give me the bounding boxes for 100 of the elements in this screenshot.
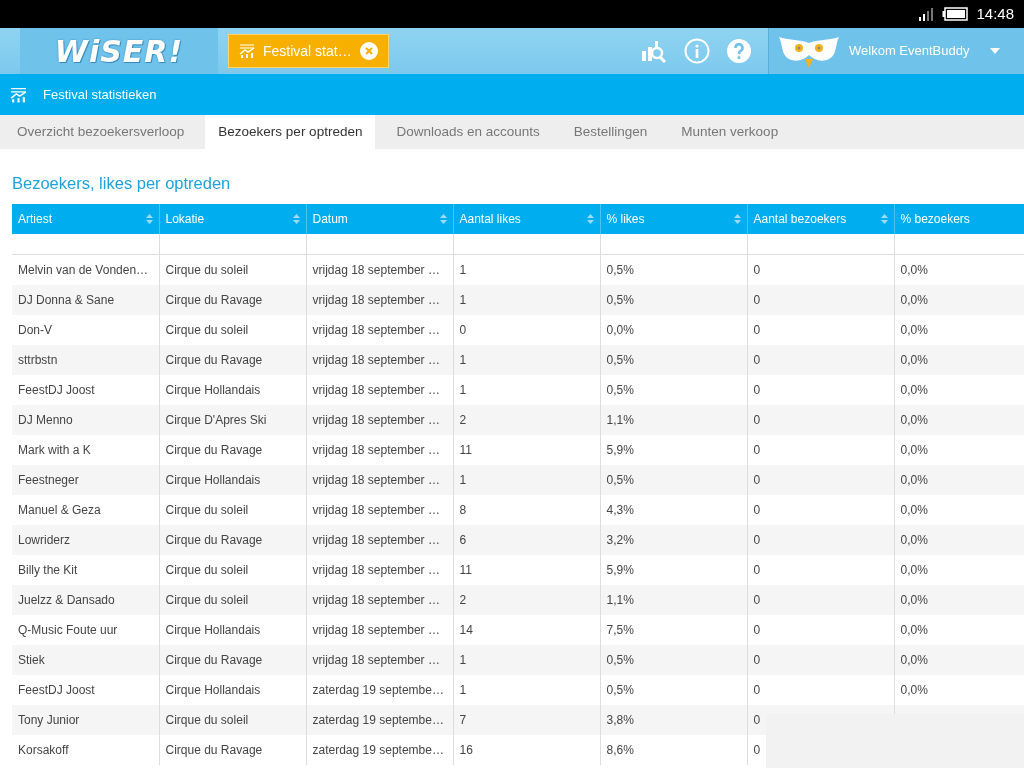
table-cell: Cirque du soleil <box>159 494 306 525</box>
table-cell: 1 <box>453 464 600 495</box>
sort-icon[interactable] <box>733 213 741 224</box>
column-header[interactable]: Artiest <box>18 209 52 228</box>
table-cell: 7 <box>453 704 600 735</box>
table-cell: vrijdag 18 september … <box>306 344 453 375</box>
table-cell: sttrbstn <box>12 344 159 375</box>
tab[interactable]: Bezoekers per optreden <box>205 115 376 149</box>
sort-icon[interactable] <box>586 213 594 224</box>
table-cell: 0 <box>747 644 894 675</box>
table-cell: 3,2% <box>600 524 747 555</box>
table-cell: 0,5% <box>600 254 747 285</box>
table-cell: DJ Menno <box>12 404 159 435</box>
table-cell: vrijdag 18 september … <box>306 284 453 315</box>
chart-search-icon[interactable] <box>640 39 668 63</box>
sort-icon[interactable] <box>292 213 300 224</box>
sort-icon[interactable] <box>880 213 888 224</box>
clock-time: 14:48 <box>976 3 1014 24</box>
table-cell: 0 <box>747 254 894 285</box>
table-cell: Cirque Hollandais <box>159 674 306 705</box>
table-cell: 0 <box>747 614 894 645</box>
column-header[interactable]: Lokatie <box>165 209 205 228</box>
table-cell: 1 <box>453 674 600 705</box>
table-cell: vrijdag 18 september … <box>306 584 453 615</box>
table-cell: 0 <box>747 674 894 705</box>
table-cell: 11 <box>453 434 600 465</box>
table-cell: 0,5% <box>600 644 747 675</box>
table-cell: 0,5% <box>600 374 747 405</box>
table-cell: 2 <box>453 584 600 615</box>
table-cell: 0 <box>747 314 894 345</box>
table-cell: 0 <box>747 524 894 555</box>
table-cell: Cirque du soleil <box>159 704 306 735</box>
table-cell: Lowriderz <box>12 524 159 555</box>
sort-icon[interactable] <box>145 213 153 224</box>
table-cell: 6 <box>453 524 600 555</box>
open-tab[interactable]: Festival stat… <box>228 34 389 68</box>
table-cell: 0,5% <box>600 284 747 315</box>
table-cell: Cirque du soleil <box>159 554 306 585</box>
table-cell: vrijdag 18 september … <box>306 644 453 675</box>
sort-icon[interactable] <box>439 213 447 224</box>
page-title: Festival statistieken <box>43 85 157 104</box>
column-header[interactable]: Datum <box>312 209 348 228</box>
table-cell: Feestneger <box>12 464 159 495</box>
table-cell: 0 <box>747 554 894 585</box>
table-cell: Cirque du soleil <box>159 584 306 615</box>
table-cell: 0,0% <box>894 314 1024 345</box>
table-cell: 0,0% <box>894 254 1024 285</box>
table-cell: vrijdag 18 september … <box>306 524 453 555</box>
table-cell: Q-Music Foute uur <box>12 614 159 645</box>
table-cell: 0,0% <box>894 644 1024 675</box>
table-cell: 0,5% <box>600 674 747 705</box>
table-cell: Cirque du Ravage <box>159 644 306 675</box>
table-cell: 0,5% <box>600 464 747 495</box>
table-cell: 0,0% <box>894 434 1024 465</box>
tab[interactable]: Bestellingen <box>560 115 661 149</box>
section-title: Bezoekers, likes per optreden <box>12 173 232 194</box>
table-cell: 1 <box>453 644 600 675</box>
info-icon[interactable] <box>684 38 710 64</box>
table-cell: 14 <box>453 614 600 645</box>
table-cell: 0,0% <box>894 284 1024 315</box>
battery-icon <box>942 7 969 21</box>
table-cell: 11 <box>453 554 600 585</box>
tab[interactable]: Overzicht bezoekersverloop <box>4 115 198 149</box>
table-cell: Cirque D'Apres Ski <box>159 404 306 435</box>
table-cell: 5,9% <box>600 434 747 465</box>
table-cell: 0,0% <box>600 314 747 345</box>
close-icon[interactable] <box>360 42 378 60</box>
tab[interactable]: Munten verkoop <box>668 115 792 149</box>
tab[interactable]: Downloads en accounts <box>383 115 553 149</box>
table-cell: Manuel & Geza <box>12 494 159 525</box>
table-cell: 1,1% <box>600 584 747 615</box>
table-cell: 3,8% <box>600 704 747 735</box>
table-cell: FeestDJ Joost <box>12 374 159 405</box>
table-cell: Melvin van de Vonden… <box>12 254 159 285</box>
chart-icon <box>10 86 27 103</box>
logo[interactable]: WiSER! <box>54 28 184 74</box>
table-cell: 0 <box>747 374 894 405</box>
table-cell: 1 <box>453 374 600 405</box>
table-cell: Juelzz & Dansado <box>12 584 159 615</box>
table-cell: 0 <box>747 584 894 615</box>
table-cell: 0,0% <box>894 614 1024 645</box>
table-cell: 8,6% <box>600 734 747 765</box>
column-header[interactable]: % likes <box>606 209 645 228</box>
table-cell: 1 <box>453 254 600 285</box>
table-cell: Cirque du Ravage <box>159 734 306 765</box>
caret-icon <box>990 48 1000 54</box>
table-cell: 0 <box>453 314 600 345</box>
table-cell: 1,1% <box>600 404 747 435</box>
table-cell: Stiek <box>12 644 159 675</box>
user-menu[interactable]: Welkom EventBuddy <box>768 28 1024 74</box>
table-cell: vrijdag 18 september … <box>306 374 453 405</box>
table-cell: 7,5% <box>600 614 747 645</box>
table-cell: 2 <box>453 404 600 435</box>
table-cell: 0,0% <box>894 584 1024 615</box>
table-cell: 0 <box>747 284 894 315</box>
table-cell: Cirque Hollandais <box>159 374 306 405</box>
table-cell: zaterdag 19 septembe… <box>306 734 453 765</box>
table-cell: 0,0% <box>894 344 1024 375</box>
table-cell: Don-V <box>12 314 159 345</box>
help-icon[interactable] <box>726 38 752 64</box>
